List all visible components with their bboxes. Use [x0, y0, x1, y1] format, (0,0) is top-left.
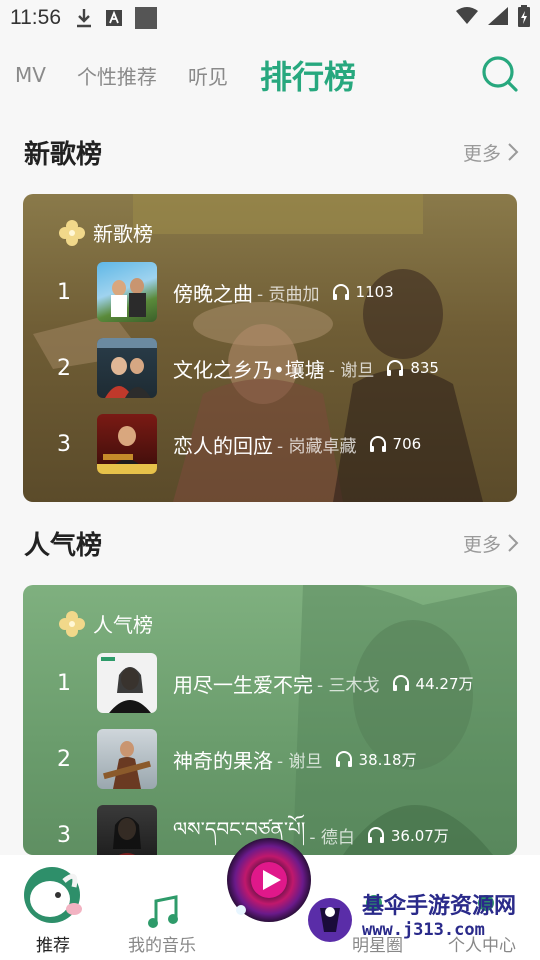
status-time: 11:56: [10, 6, 61, 29]
play-count-value: 1103: [355, 283, 394, 301]
headphones-icon: [392, 675, 409, 691]
card-label-text: 人气榜: [93, 613, 153, 637]
top-tab-bar: MV 个性推荐 听见 排行榜: [0, 50, 540, 100]
bottom-nav-label: 我的音乐: [128, 936, 196, 956]
watermark-text: 基伞手游资源网 www.j313.com: [362, 894, 516, 941]
battery-icon: [518, 4, 530, 32]
headphones-icon: [367, 827, 384, 843]
bottom-nav-my-music[interactable]: 我的音乐: [120, 863, 210, 958]
section-header-new: 新歌榜 更多: [24, 132, 519, 172]
headphones-icon: [332, 284, 349, 300]
card-label-text: 新歌榜: [93, 222, 153, 246]
tab-mv[interactable]: MV: [15, 63, 46, 87]
chart-card-hot[interactable]: 人气榜 1 用尽一生爱不完 - 三木戈 44.27万 2 神奇的果洛 - 谢旦 …: [23, 585, 517, 855]
search-icon: [482, 56, 518, 92]
chart-row[interactable]: 2 文化之乡乃•壤塘 - 谢旦 835: [23, 338, 517, 398]
tab-charts[interactable]: 排行榜: [260, 52, 356, 98]
play-count: 1103: [332, 283, 394, 301]
play-count-value: 706: [392, 435, 422, 453]
album-cover: [97, 338, 157, 398]
bottom-nav-recommend[interactable]: 推荐: [16, 863, 88, 958]
tab-listen[interactable]: 听见: [188, 61, 228, 90]
watermark-url: www.j313.com: [362, 920, 485, 941]
play-count: 38.18万: [335, 749, 417, 770]
play-count: 706: [369, 435, 422, 453]
wifi-icon: [456, 6, 478, 30]
song-artist: - 谢旦: [277, 751, 323, 772]
play-count: 835: [386, 359, 439, 377]
rank-number: 1: [57, 670, 71, 696]
play-icon: [236, 862, 287, 915]
rank-number: 1: [57, 279, 71, 305]
headphones-icon: [369, 436, 386, 452]
album-cover: [97, 262, 157, 322]
chevron-right-icon: [508, 534, 519, 552]
song-artist: - 贡曲加: [257, 284, 320, 305]
album-cover: [97, 414, 157, 474]
chart-card-new[interactable]: 新歌榜 1 傍晚之曲 - 贡曲加 1103 2 文化之乡乃•壤塘 - 谢旦 83…: [23, 194, 517, 502]
rank-number: 2: [57, 355, 71, 381]
section-header-hot: 人气榜 更多: [24, 523, 519, 563]
section-title-hot: 人气榜: [24, 530, 103, 561]
card-label-new: 新歌榜: [59, 218, 153, 247]
watermark-overlay: 基伞手游资源网 www.j313.com: [302, 886, 540, 956]
more-label: 更多: [462, 533, 501, 556]
rank-number: 3: [57, 822, 71, 848]
chart-row[interactable]: 2 神奇的果洛 - 谢旦 38.18万: [23, 729, 517, 789]
song-artist: - 岗藏卓藏: [277, 436, 357, 457]
bottom-nav-label: 推荐: [36, 936, 70, 956]
album-cover: [97, 805, 157, 855]
song-title: 恋人的回应: [173, 433, 273, 458]
more-link-new[interactable]: 更多: [463, 139, 519, 166]
signal-icon: [488, 6, 508, 30]
watermark-title: 基伞手游资源网: [362, 894, 517, 919]
song-title: 傍晚之曲: [173, 281, 253, 306]
music-note-icon: [148, 895, 178, 928]
more-label: 更多: [462, 142, 501, 165]
search-button[interactable]: [480, 50, 520, 94]
play-count-value: 38.18万: [358, 750, 417, 769]
play-count: 44.27万: [392, 673, 474, 694]
now-playing-disc[interactable]: [227, 838, 311, 922]
song-artist: - 谢旦: [328, 360, 375, 381]
song-artist: - 德白: [309, 827, 355, 848]
download-icon: [75, 8, 93, 28]
play-count-value: 835: [410, 359, 439, 377]
tab-personal-recommend[interactable]: 个性推荐: [77, 61, 157, 90]
section-title-new: 新歌榜: [24, 139, 103, 170]
goat-mascot-icon: [24, 867, 82, 923]
clover-icon: [59, 610, 85, 637]
rank-number: 3: [57, 431, 71, 457]
gallery-notification-icon: [135, 7, 157, 29]
chevron-right-icon: [508, 143, 519, 161]
song-title: 文化之乡乃•壤塘: [173, 357, 325, 382]
card-label-hot: 人气榜: [59, 609, 153, 638]
app-notification-icon: [105, 9, 123, 27]
song-title: 用尽一生爱不完: [173, 672, 313, 697]
album-cover: [97, 653, 157, 713]
song-title: 神奇的果洛: [173, 748, 273, 773]
chart-row[interactable]: 3 恋人的回应 - 岗藏卓藏 706: [23, 414, 517, 474]
status-bar: 11:56: [0, 0, 540, 36]
album-cover: [97, 729, 157, 789]
more-link-hot[interactable]: 更多: [463, 530, 519, 557]
chart-row[interactable]: 1 傍晚之曲 - 贡曲加 1103: [23, 262, 517, 322]
chart-row[interactable]: 1 用尽一生爱不完 - 三木戈 44.27万: [23, 653, 517, 713]
play-count: 36.07万: [367, 825, 449, 846]
play-count-value: 44.27万: [415, 674, 474, 693]
headphones-icon: [387, 360, 404, 376]
play-count-value: 36.07万: [390, 826, 449, 845]
rank-number: 2: [57, 746, 71, 772]
headphones-icon: [335, 751, 352, 767]
song-artist: - 三木戈: [317, 675, 380, 696]
clover-icon: [59, 219, 85, 246]
